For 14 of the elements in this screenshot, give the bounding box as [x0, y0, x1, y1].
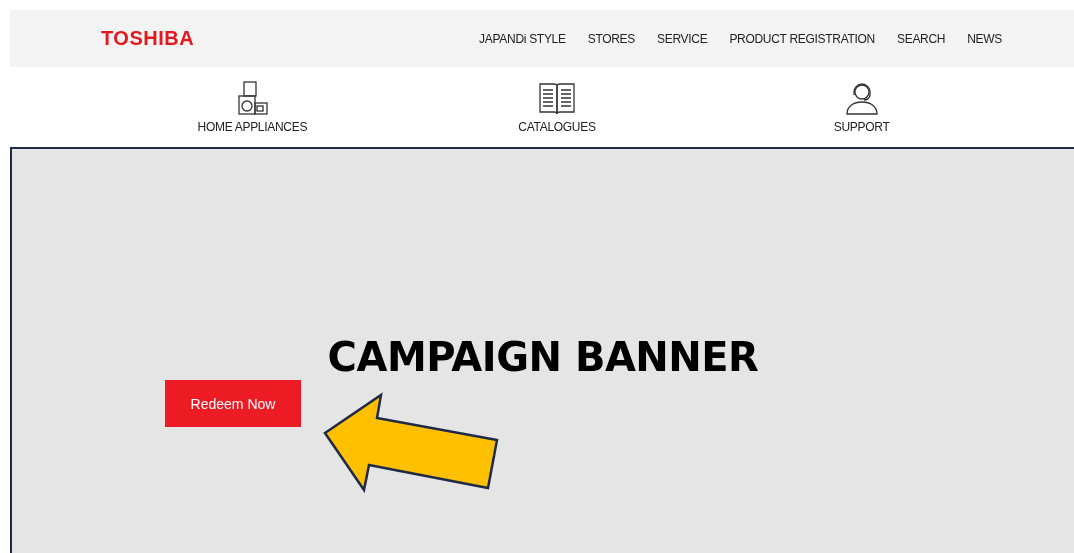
banner-title: CAMPAIGN BANNER: [327, 334, 759, 380]
category-link[interactable]: HOME APPLIANCES: [152, 80, 353, 134]
open-book-icon: [537, 80, 577, 116]
category-link[interactable]: CATALOGUES: [457, 80, 657, 134]
category-link[interactable]: SUPPORT: [761, 80, 962, 134]
nav-link[interactable]: PRODUCT REGISTRATION: [729, 31, 875, 46]
headset-person-icon: [843, 80, 880, 116]
nav-link[interactable]: SERVICE: [657, 31, 708, 46]
redeem-button[interactable]: Redeem Now: [165, 380, 301, 427]
nav-link[interactable]: JAPANDi STYLE: [479, 31, 566, 46]
logo[interactable]: TOSHIBA: [101, 27, 195, 50]
nav-link[interactable]: SEARCH: [896, 31, 946, 46]
nav-link[interactable]: STORES: [587, 31, 635, 46]
nav-link[interactable]: NEWS: [967, 31, 1002, 46]
